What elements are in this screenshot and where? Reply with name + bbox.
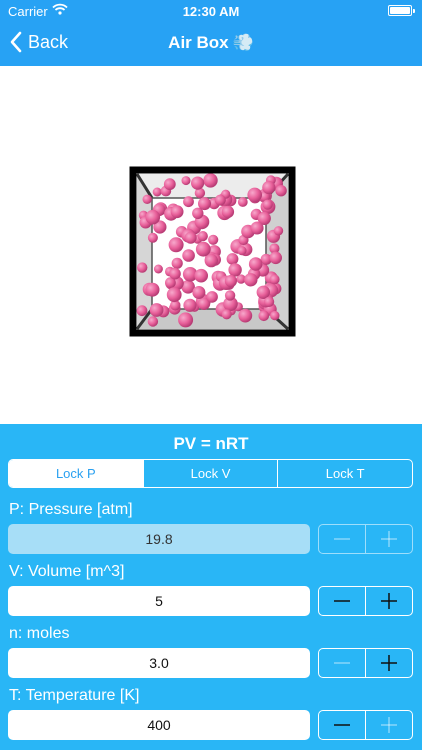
pressure-label: P: Pressure [atm] (9, 501, 133, 518)
gas-particle (203, 173, 218, 188)
moles-stepper (318, 648, 413, 678)
pressure-field[interactable]: 19.8 (8, 524, 310, 554)
volume-label: V: Volume [m^3] (9, 563, 125, 580)
gas-particle (145, 282, 160, 297)
gas-particle (206, 291, 218, 303)
gas-particle (262, 180, 276, 195)
navigation-bar: Back Air Box 💨 (0, 22, 422, 66)
pressure-increment-button[interactable] (365, 525, 412, 553)
lock-t-segment[interactable]: Lock T (277, 460, 412, 487)
pressure-decrement-button[interactable] (319, 525, 365, 553)
gas-particle (136, 305, 148, 317)
lock-p-segment[interactable]: Lock P (9, 460, 143, 487)
gas-particle (149, 303, 164, 317)
gas-particle (168, 237, 184, 253)
gas-particle (178, 312, 194, 328)
gas-particle (170, 205, 184, 219)
gas-particle (137, 262, 148, 273)
gas-particle (221, 309, 232, 320)
gas-particle (237, 246, 247, 256)
gas-box-scene[interactable] (0, 66, 422, 424)
equation-title: PV = nRT (173, 434, 249, 453)
gas-particle (191, 176, 205, 190)
lock-segmented-control: Lock P Lock V Lock T (8, 459, 413, 488)
status-bar: Carrier 12:30 AM (0, 0, 422, 22)
gas-particle (226, 253, 239, 265)
gas-particle (182, 249, 195, 262)
volume-increment-button[interactable] (365, 587, 412, 615)
gas-particle (194, 268, 208, 283)
gas-particle (163, 178, 176, 191)
gas-particle (247, 187, 262, 203)
gas-particle (269, 274, 280, 285)
gas-particle (273, 226, 284, 236)
moles-field[interactable]: 3.0 (8, 648, 310, 678)
plus-icon (381, 717, 397, 733)
battery-icon (388, 5, 415, 16)
temperature-stepper (318, 710, 413, 740)
gas-particle (238, 308, 253, 323)
gas-particle (152, 187, 162, 197)
gas-particle (184, 231, 197, 244)
gas-particle (275, 185, 287, 197)
gas-particle (262, 199, 273, 210)
gas-particle (269, 251, 283, 265)
gas-particle (204, 253, 218, 268)
moles-label: n: moles (9, 625, 70, 642)
gas-particle (169, 267, 181, 280)
temperature-field[interactable]: 400 (8, 710, 310, 740)
minus-icon (334, 662, 350, 664)
temperature-label: T: Temperature [K] (9, 687, 140, 704)
gas-particle (208, 234, 219, 245)
gas-particle (198, 197, 211, 211)
plus-icon (381, 531, 397, 547)
page-title: Air Box 💨 (0, 33, 422, 53)
control-panel: PV = nRT Lock P Lock V Lock T P: Pressur… (0, 424, 422, 750)
gas-particle (224, 290, 236, 301)
gas-particle (264, 296, 275, 307)
pressure-stepper (318, 524, 413, 554)
gas-particle (221, 205, 235, 219)
gas-particle (147, 316, 159, 327)
minus-icon (334, 724, 350, 726)
gas-particle (192, 286, 206, 299)
gas-particle (145, 209, 161, 225)
moles-increment-button[interactable] (365, 649, 412, 677)
gas-particle (197, 231, 208, 242)
gas-particle (142, 194, 152, 204)
gas-particle (166, 287, 182, 303)
wind-icon: 💨 (232, 33, 254, 52)
gas-box-visualization (129, 166, 296, 337)
gas-particle (171, 257, 183, 269)
volume-field[interactable]: 5 (8, 586, 310, 616)
gas-particle (181, 176, 191, 186)
gas-particle (244, 273, 258, 287)
gas-particle (250, 221, 264, 235)
gas-particle (237, 197, 248, 207)
lock-v-segment[interactable]: Lock V (142, 460, 278, 487)
moles-decrement-button[interactable] (319, 649, 365, 677)
gas-particle (153, 264, 163, 274)
plus-icon (381, 655, 397, 671)
gas-particle (270, 310, 280, 321)
minus-icon (334, 600, 350, 602)
gas-particle (183, 196, 194, 208)
gas-particle (195, 241, 211, 257)
gas-particle (228, 263, 242, 277)
gas-particle (183, 298, 197, 312)
volume-decrement-button[interactable] (319, 587, 365, 615)
minus-icon (334, 538, 350, 540)
page-title-text: Air Box (168, 33, 229, 52)
plus-icon (381, 593, 397, 609)
gas-particle (147, 232, 158, 243)
temperature-decrement-button[interactable] (319, 711, 365, 739)
gas-particle (224, 274, 237, 288)
gas-particle (214, 194, 226, 206)
temperature-increment-button[interactable] (365, 711, 412, 739)
gas-particle (258, 310, 270, 322)
status-time: 12:30 AM (182, 4, 240, 19)
gas-particle (248, 257, 263, 271)
volume-stepper (318, 586, 413, 616)
